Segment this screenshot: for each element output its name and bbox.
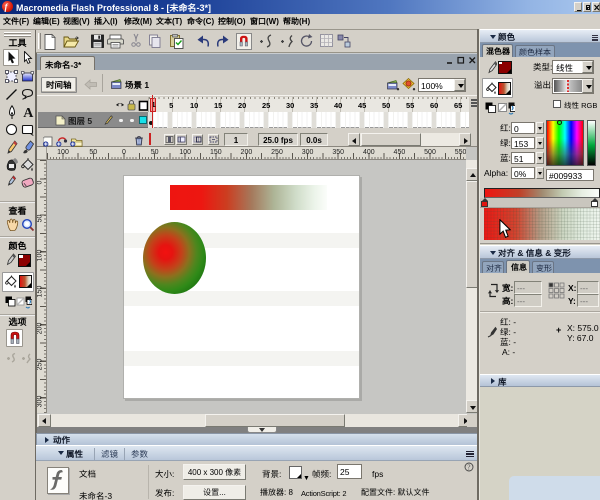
svg-text:?: ? [467,463,470,471]
svg-text:A: A [23,106,34,119]
